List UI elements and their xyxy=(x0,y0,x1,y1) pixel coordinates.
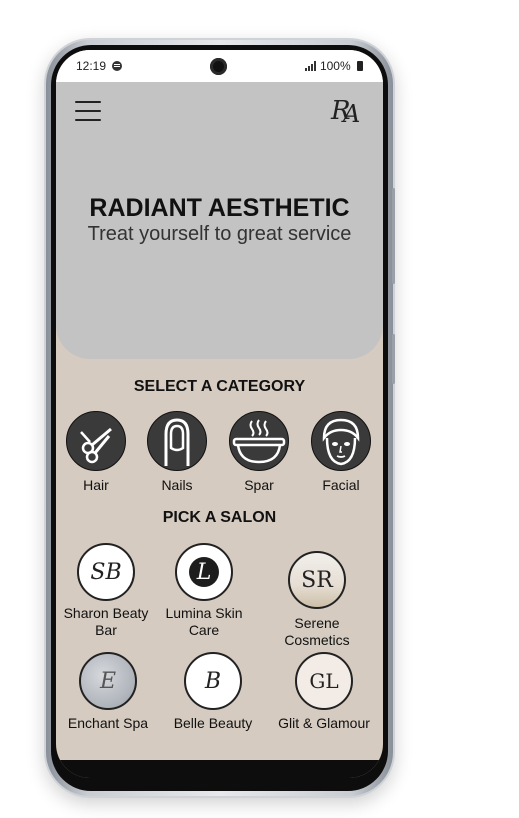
salon-logo: SB xyxy=(77,543,135,601)
status-indicators: 100% xyxy=(304,59,363,73)
salon-logo: GL xyxy=(295,652,353,710)
salon-label: Lumina Skin Care xyxy=(165,605,243,638)
face-mask-icon xyxy=(311,411,371,471)
category-label: Hair xyxy=(83,477,109,493)
salon-monogram: E xyxy=(99,668,117,694)
category-label: Nails xyxy=(161,477,193,493)
salon-monogram: B xyxy=(204,668,222,694)
category-facial[interactable]: Facial xyxy=(301,411,381,493)
salon-monogram: SB xyxy=(90,559,122,585)
spa-bowl-icon xyxy=(229,411,289,471)
salon-label: Serene Cosmetics xyxy=(284,615,350,648)
category-label: Facial xyxy=(322,477,360,493)
power-button xyxy=(392,334,395,384)
salon-logo: L xyxy=(175,543,233,601)
category-label: Spar xyxy=(244,477,274,493)
signal-icon xyxy=(304,61,317,71)
salon-monogram: SR xyxy=(301,567,333,593)
salon-label: Glit & Glamour xyxy=(278,715,370,731)
salon-monogram: L xyxy=(196,559,212,585)
app-subtitle: Treat yourself to great service xyxy=(87,223,352,245)
salon-lumina-skin-care[interactable]: L Lumina Skin Care xyxy=(152,543,256,639)
salon-section-title: PICK A SALON xyxy=(162,509,277,526)
status-time: 12:19 xyxy=(76,59,123,73)
category-section-title: SELECT A CATEGORY xyxy=(133,378,306,395)
status-bar: 12:19 100% xyxy=(56,50,383,82)
category-spar[interactable]: Spar xyxy=(219,411,299,493)
salon-monogram: GL xyxy=(309,669,339,693)
salon-logo: E xyxy=(79,652,137,710)
battery-percent: 100% xyxy=(319,59,351,73)
volume-button xyxy=(392,188,395,284)
salon-glit-and-glamour[interactable]: GL Glit & Glamour xyxy=(272,652,376,732)
hamburger-menu-button[interactable] xyxy=(75,101,101,123)
battery-icon xyxy=(357,61,363,71)
salon-serene-cosmetics[interactable]: SR Serene Cosmetics xyxy=(264,551,370,649)
nail-icon xyxy=(147,411,207,471)
salon-label: Sharon Beaty Bar xyxy=(63,605,149,638)
salon-belle-beauty[interactable]: B Belle Beauty xyxy=(161,652,265,732)
brand-logo: RA xyxy=(331,96,361,128)
time-text: 12:19 xyxy=(76,59,107,73)
salon-sharon-beaty-bar[interactable]: SB Sharon Beaty Bar xyxy=(56,543,158,639)
app-title: RADIANT AESTHETIC xyxy=(89,194,350,222)
phone-screen: 12:19 100% RA RADIANT AESTHETIC Treat yo… xyxy=(56,50,383,778)
category-hair[interactable]: Hair xyxy=(56,411,136,493)
salon-logo: B xyxy=(184,652,242,710)
spotify-icon xyxy=(112,61,123,71)
category-nails[interactable]: Nails xyxy=(137,411,217,493)
scissors-icon xyxy=(66,411,126,471)
salon-enchant-spa[interactable]: E Enchant Spa xyxy=(56,652,160,732)
salon-logo: SR xyxy=(288,551,346,609)
hero-banner: RA RADIANT AESTHETIC Treat yourself to g… xyxy=(56,82,383,359)
front-camera xyxy=(210,58,227,75)
salon-label: Enchant Spa xyxy=(67,715,149,731)
bottom-bezel xyxy=(56,760,383,778)
salon-label: Belle Beauty xyxy=(173,715,253,731)
